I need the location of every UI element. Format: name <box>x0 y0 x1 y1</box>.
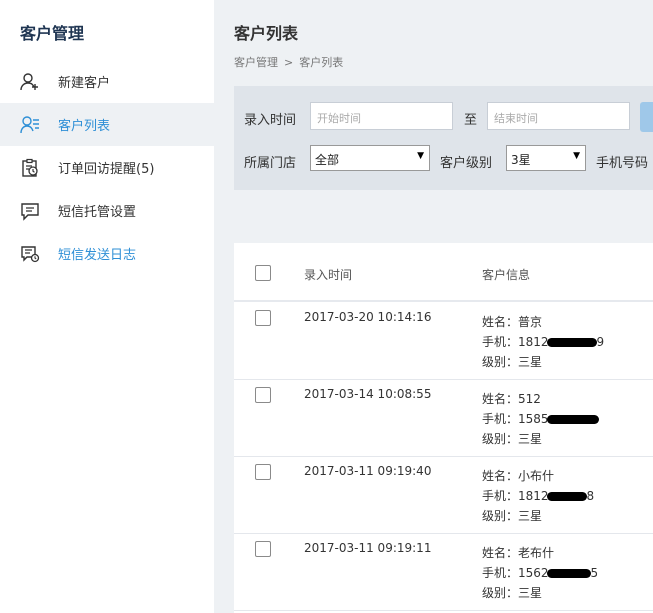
entry-time-label: 录入时间 <box>244 113 297 128</box>
entry-time: 2017-03-11 09:19:40 <box>304 464 432 478</box>
column-header-customer-info: 客户信息 <box>482 268 531 282</box>
customer-name: 姓名：老布什 <box>482 546 555 560</box>
store-select[interactable]: 全部 ▼ <box>310 145 430 171</box>
customer-name: 姓名：512 <box>482 392 541 406</box>
breadcrumb: 客户管理 > 客户列表 <box>234 54 343 70</box>
redaction-mark <box>546 492 587 501</box>
customer-phone-line: 手机：1812 8 <box>482 486 594 506</box>
level-select-value: 3星 <box>511 153 531 167</box>
start-time-input[interactable]: 开始时间 <box>310 102 453 130</box>
main-content: 客户列表 客户管理 > 客户列表 录入时间 开始时间 至 结束时间 所属门店 全部 … <box>214 0 653 613</box>
column-header-entry-time: 录入时间 <box>304 268 353 282</box>
sidebar-item-sms-log[interactable]: 短信发送日志 <box>0 232 214 275</box>
customer-table: 录入时间 客户信息 2017-03-20 10:14:16 姓名：普京 手机：1… <box>234 243 653 613</box>
customer-phone: 手机：1562 <box>482 566 549 580</box>
customer-phone: 手机：1812 <box>482 489 549 503</box>
sidebar-item-label: 客户列表 <box>58 119 111 134</box>
customer-level: 级别：三星 <box>482 509 543 523</box>
customer-phone-tail: 8 <box>586 489 595 503</box>
level-label: 客户级别 <box>440 156 493 171</box>
sidebar-item-order-reminder[interactable]: 订单回访提醒(5) <box>0 146 214 189</box>
sidebar-item-customer-list[interactable]: 客户列表 <box>0 103 214 146</box>
customer-phone: 手机：1585 <box>482 412 549 426</box>
sidebar-item-sms-settings[interactable]: 短信托管设置 <box>0 189 214 232</box>
customer-name: 姓名：小布什 <box>482 469 555 483</box>
message-icon <box>20 201 40 221</box>
sidebar-item-label: 短信发送日志 <box>58 248 137 263</box>
to-label: 至 <box>464 113 478 128</box>
row-checkbox[interactable] <box>255 310 271 326</box>
breadcrumb-separator: > <box>284 56 294 69</box>
customer-phone-tail: 9 <box>596 335 605 349</box>
chevron-down-icon: ▼ <box>417 151 424 161</box>
customer-info: 姓名：小布什 手机：1812 8 级别：三星 <box>482 466 594 526</box>
sidebar-item-label: 订单回访提醒(5) <box>58 162 155 177</box>
message-log-icon <box>20 244 40 264</box>
customer-level: 级别：三星 <box>482 586 543 600</box>
sidebar-item-label: 短信托管设置 <box>58 205 137 220</box>
sidebar-item-new-customer[interactable]: 新建客户 <box>0 60 214 103</box>
search-button[interactable] <box>640 102 653 132</box>
table-row[interactable]: 2017-03-20 10:14:16 姓名：普京 手机：1812 9 级别：三星 <box>234 302 653 380</box>
filter-panel: 录入时间 开始时间 至 结束时间 所属门店 全部 ▼ 客户级别 3星 ▼ 手机号… <box>234 86 653 190</box>
add-user-icon <box>20 72 40 92</box>
level-select[interactable]: 3星 ▼ <box>506 145 586 171</box>
customer-info: 姓名：512 手机：1585 级别：三星 <box>482 389 599 449</box>
row-checkbox[interactable] <box>255 387 271 403</box>
table-row[interactable]: 2017-03-11 09:19:11 姓名：老布什 手机：1562 5 级别：三… <box>234 533 653 611</box>
customer-info: 姓名：老布什 手机：1562 5 级别：三星 <box>482 543 598 603</box>
user-list-icon <box>20 115 40 135</box>
customer-phone-line: 手机：1812 9 <box>482 332 604 352</box>
entry-time: 2017-03-14 10:08:55 <box>304 387 432 401</box>
sidebar: 客户管理 新建客户 客户列表 订单回访提醒(5) 短信托管设置 短信发送日志 <box>0 0 214 613</box>
redaction-mark <box>546 415 599 424</box>
sidebar-item-label: 新建客户 <box>58 76 111 91</box>
store-select-value: 全部 <box>315 153 340 167</box>
table-row[interactable]: 2017-03-11 09:19:40 姓名：小布什 手机：1812 8 级别：三… <box>234 456 653 534</box>
table-row[interactable]: 2017-03-14 10:08:55 姓名：512 手机：1585 级别：三星 <box>234 379 653 457</box>
phone-label: 手机号码 <box>596 156 649 171</box>
page-title: 客户列表 <box>234 24 299 43</box>
customer-level: 级别：三星 <box>482 355 543 369</box>
row-checkbox[interactable] <box>255 464 271 480</box>
breadcrumb-item-customer-management[interactable]: 客户管理 <box>234 56 278 69</box>
customer-name: 姓名：普京 <box>482 315 543 329</box>
customer-phone-line: 手机：1585 <box>482 409 599 429</box>
redaction-mark <box>546 569 591 578</box>
customer-info: 姓名：普京 手机：1812 9 级别：三星 <box>482 312 604 372</box>
customer-phone: 手机：1812 <box>482 335 549 349</box>
customer-level: 级别：三星 <box>482 432 543 446</box>
table-header: 录入时间 客户信息 <box>234 243 653 302</box>
customer-phone-line: 手机：1562 5 <box>482 563 598 583</box>
sidebar-nav: 新建客户 客户列表 订单回访提醒(5) 短信托管设置 短信发送日志 <box>0 60 214 275</box>
row-checkbox[interactable] <box>255 541 271 557</box>
chevron-down-icon: ▼ <box>573 151 580 161</box>
end-time-input[interactable]: 结束时间 <box>487 102 630 130</box>
clipboard-clock-icon <box>20 158 40 178</box>
customer-phone-tail: 5 <box>590 566 599 580</box>
sidebar-title: 客户管理 <box>20 24 85 43</box>
store-label: 所属门店 <box>244 156 297 171</box>
entry-time: 2017-03-11 09:19:11 <box>304 541 432 555</box>
entry-time: 2017-03-20 10:14:16 <box>304 310 432 324</box>
select-all-checkbox[interactable] <box>255 265 271 281</box>
breadcrumb-item-customer-list[interactable]: 客户列表 <box>299 56 343 69</box>
redaction-mark <box>546 338 597 347</box>
